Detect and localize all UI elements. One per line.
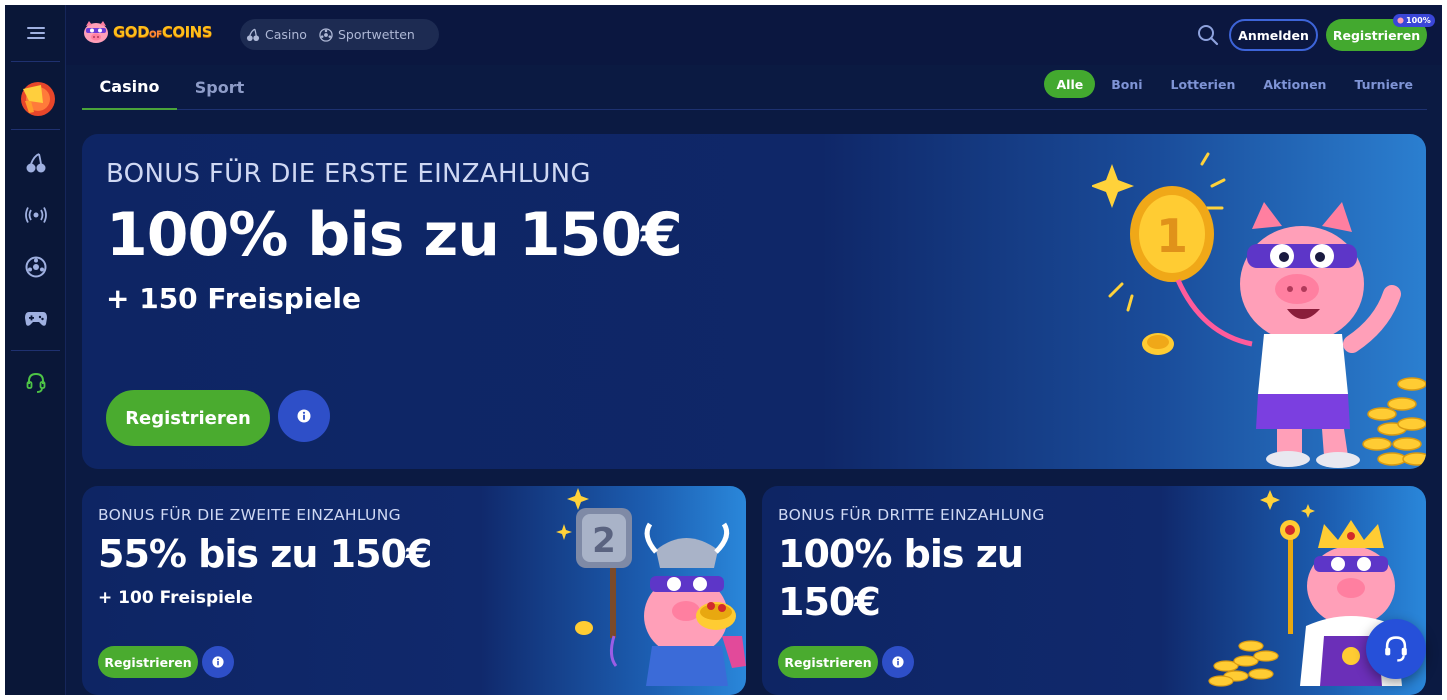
filter-turniere[interactable]: Turniere (1340, 70, 1427, 98)
info-icon (212, 656, 224, 668)
football-icon (319, 27, 333, 42)
info-icon (892, 656, 904, 668)
banner-title: 55% bis zu 150€ (98, 532, 432, 576)
filter-boni[interactable]: Boni (1097, 70, 1156, 98)
megaphone-icon (20, 82, 55, 116)
bonus-banner-third: BONUS FÜR DRITTE EINZAHLUNG 100% bis zu … (762, 486, 1426, 695)
sidebar-item-casino[interactable] (5, 143, 66, 183)
svg-text:1: 1 (1156, 209, 1188, 263)
filter-alle[interactable]: Alle (1044, 70, 1096, 98)
banner-info-button[interactable] (202, 646, 234, 678)
top-nav: Casino Sportwetten (240, 19, 439, 50)
headset-icon (1385, 636, 1407, 662)
banner-subtitle: BONUS FÜR DRITTE EINZAHLUNG (778, 506, 1045, 524)
banner-subtitle: BONUS FÜR DIE ZWEITE EINZAHLUNG (98, 506, 401, 524)
banner-title-line2: 150€ (778, 580, 881, 624)
sidebar-item-support[interactable] (5, 363, 66, 403)
banner-title-line1: 100% bis zu (778, 532, 1024, 576)
sidebar-item-promo[interactable] (5, 73, 66, 123)
hamburger-menu-icon (26, 27, 45, 39)
headset-icon (26, 372, 45, 393)
info-icon (297, 409, 311, 423)
banner-info-button[interactable] (278, 390, 330, 442)
sidebar-item-games[interactable] (5, 299, 66, 339)
filter-bar: Alle Boni Lotterien Aktionen Turniere (1044, 70, 1427, 98)
topnav-label: Sportwetten (337, 27, 415, 42)
banner-extra: + 100 Freispiele (98, 588, 253, 608)
bonus-banner-second: BONUS FÜR DIE ZWEITE EINZAHLUNG 55% bis … (82, 486, 746, 695)
login-button[interactable]: Anmelden (1229, 19, 1318, 51)
banner-register-button[interactable]: Registrieren (106, 390, 270, 446)
bonus-banner-first: BONUS FÜR DIE ERSTE EINZAHLUNG 100% bis … (82, 134, 1426, 469)
svg-text:2: 2 (592, 521, 616, 561)
tabs-row: Casino Sport Alle Boni Lotterien Aktione… (82, 65, 1427, 110)
tab-sport[interactable]: Sport (177, 65, 262, 110)
sidebar-item-sports[interactable] (5, 247, 66, 287)
sidebar-divider (11, 350, 60, 351)
banner-extra: + 150 Freispiele (106, 282, 362, 315)
menu-button[interactable] (5, 13, 66, 53)
pig-logo-icon (84, 21, 108, 43)
cherry-icon (246, 28, 260, 41)
logo[interactable]: GODOFCOINS (82, 20, 213, 44)
sidebar (5, 5, 66, 695)
pig-mascot-coin-illustration: 1 (1092, 152, 1426, 468)
tab-casino[interactable]: Casino (82, 65, 177, 110)
banner-register-button[interactable]: Registrieren (98, 646, 198, 678)
topnav-item-casino[interactable]: Casino (246, 27, 307, 42)
sidebar-divider (11, 129, 60, 130)
support-chat-button[interactable] (1366, 619, 1426, 679)
banner-info-button[interactable] (882, 646, 914, 678)
sidebar-divider (11, 61, 60, 62)
topnav-item-sportwetten[interactable]: Sportwetten (319, 27, 415, 42)
register-badge: 100% (1393, 14, 1435, 27)
filter-lotterien[interactable]: Lotterien (1157, 70, 1250, 98)
gamepad-icon (24, 312, 47, 326)
cherry-icon (26, 153, 45, 173)
top-bar: GODOFCOINS Casino Sportwetten Anmelden R… (66, 5, 1442, 65)
banner-register-button[interactable]: Registrieren (778, 646, 878, 678)
football-icon (25, 256, 46, 278)
app-frame: GODOFCOINS Casino Sportwetten Anmelden R… (5, 5, 1442, 695)
pig-badge-icon (1397, 17, 1404, 24)
filter-aktionen[interactable]: Aktionen (1249, 70, 1340, 98)
search-icon (1198, 25, 1219, 46)
sidebar-item-live[interactable] (5, 195, 66, 235)
pig-viking-hammer-illustration: 2 (556, 488, 746, 686)
live-broadcast-icon (24, 207, 47, 223)
topnav-label: Casino (265, 27, 307, 42)
banner-title: 100% bis zu 150€ (106, 200, 683, 270)
search-button[interactable] (1196, 23, 1220, 47)
register-badge-text: 100% (1406, 16, 1431, 25)
banner-subtitle: BONUS FÜR DIE ERSTE EINZAHLUNG (106, 159, 591, 189)
logo-text: GODOFCOINS (113, 23, 213, 41)
